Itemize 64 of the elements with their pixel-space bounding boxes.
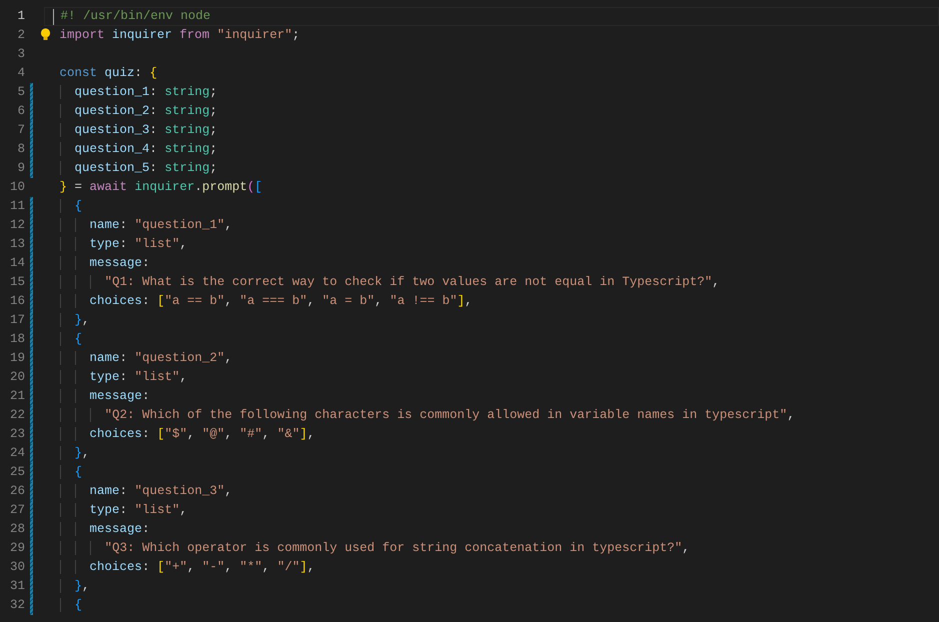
line-number: 14 (10, 255, 25, 272)
code-line: { (60, 465, 82, 479)
line-number: 20 (10, 369, 25, 386)
code-line: name: "question_2", (60, 351, 232, 365)
line-number: 6 (17, 103, 25, 120)
code-line: type: "list", (60, 237, 188, 251)
line-number: 8 (17, 141, 25, 158)
code-line: question_3: string; (60, 123, 218, 137)
code-line: "Q2: Which of the following characters is commonly allowed in variable names in typescript", (60, 408, 795, 422)
code-line: { (60, 332, 82, 346)
code-line: name: "question_3", (60, 484, 232, 498)
line-number: 11 (10, 198, 25, 215)
line-number: 5 (17, 84, 25, 101)
code-line: } = await inquirer.prompt([ (60, 180, 262, 194)
line-number: 31 (10, 578, 25, 595)
line-number: 18 (10, 331, 25, 348)
code-line: #! /usr/bin/env node (60, 9, 211, 23)
code-line: choices: ["$", "@", "#", "&"], (60, 427, 315, 441)
code-line: }, (60, 446, 90, 460)
code-line: type: "list", (60, 503, 188, 517)
code-line: }, (60, 313, 90, 327)
line-number: 12 (10, 217, 25, 234)
code-line: message: (60, 522, 150, 536)
line-number: 32 (10, 597, 25, 614)
code-line: "Q1: What is the correct way to check if two values are not equal in Typescript?", (60, 275, 720, 289)
line-number: 25 (10, 464, 25, 481)
line-number: 1 (17, 8, 25, 25)
line-number: 23 (10, 426, 25, 443)
line-number: 17 (10, 312, 25, 329)
line-number: 7 (17, 122, 25, 139)
line-number: 2 (17, 27, 25, 44)
line-number: 4 (17, 65, 25, 82)
lightbulb-icon[interactable] (40, 28, 51, 41)
line-number: 26 (10, 483, 25, 500)
code-line: { (60, 598, 82, 612)
code-line: }, (60, 579, 90, 593)
line-number: 21 (10, 388, 25, 405)
code-line: { (60, 199, 82, 213)
code-line: choices: ["a == b", "a === b", "a = b", "a !== b"], (60, 294, 472, 308)
line-number: 24 (10, 445, 25, 462)
code-line: const quiz: { (60, 66, 158, 80)
code-line: question_4: string; (60, 142, 218, 156)
line-number: 30 (10, 559, 25, 576)
line-number: 15 (10, 274, 25, 291)
code-line: import inquirer from "inquirer"; (60, 28, 300, 42)
line-number: 29 (10, 540, 25, 557)
line-number: 16 (10, 293, 25, 310)
code-line: "Q3: Which operator is commonly used for string concatenation in typescript?", (60, 541, 690, 555)
line-number: 19 (10, 350, 25, 367)
code-line: message: (60, 389, 150, 403)
code-line: choices: ["+", "-", "*", "/"], (60, 560, 315, 574)
line-number: 27 (10, 502, 25, 519)
code-line: question_2: string; (60, 104, 218, 118)
line-number: 3 (17, 46, 25, 63)
line-number: 9 (17, 160, 25, 177)
code-line: question_5: string; (60, 161, 218, 175)
code-line: question_1: string; (60, 85, 218, 99)
line-number: 10 (10, 179, 25, 196)
line-number: 28 (10, 521, 25, 538)
line-number: 22 (10, 407, 25, 424)
code-line: type: "list", (60, 370, 188, 384)
code-line: name: "question_1", (60, 218, 232, 232)
code-line: message: (60, 256, 150, 270)
line-number: 13 (10, 236, 25, 253)
